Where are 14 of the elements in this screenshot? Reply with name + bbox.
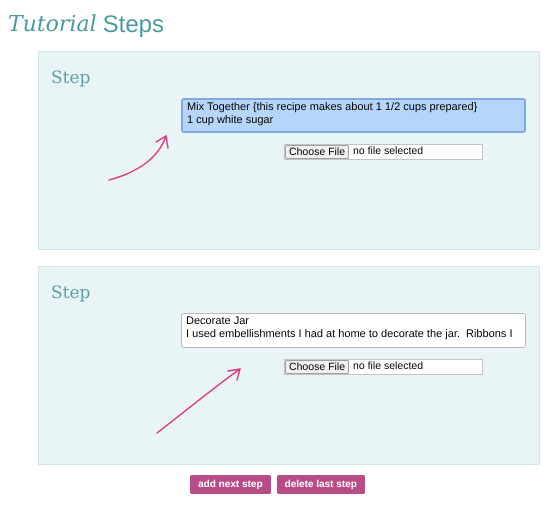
file-input[interactable]: Choose File no file selected [284, 358, 483, 374]
page-title: Steps [102, 10, 164, 40]
step-heading: Step [51, 282, 90, 305]
file-status: no file selected [353, 144, 424, 159]
file-status: no file selected [353, 358, 424, 374]
choose-file-button[interactable]: Choose File [285, 360, 350, 374]
action-button[interactable]: add next step [190, 475, 271, 494]
text-area[interactable]: Decorate Jar I used embellishments I had at home to decorate the jar. Ribbons I [181, 312, 526, 348]
page-title-script: Tutorial [8, 11, 97, 39]
file-input[interactable]: Choose File no file selected [284, 144, 483, 160]
step-heading: Step [51, 67, 90, 90]
text-area[interactable]: Mix Together {this recipe makes about 1 1/2 cups prepared} 1 cup white sugar [181, 98, 526, 132]
choose-file-button[interactable]: Choose File [285, 144, 350, 158]
action-button[interactable]: delete last step [276, 475, 365, 494]
